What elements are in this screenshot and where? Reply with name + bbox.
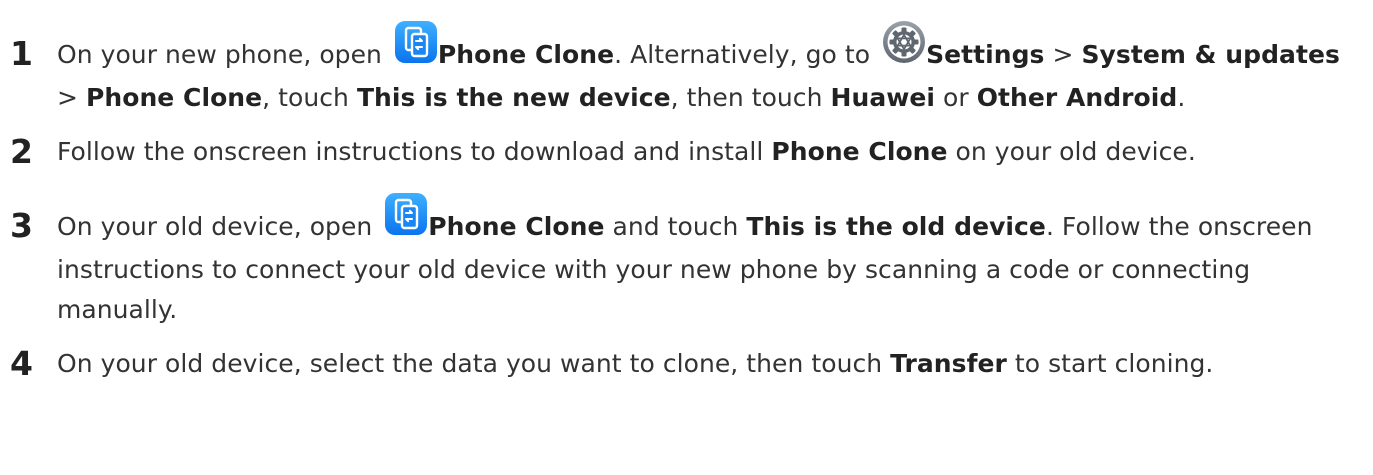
step-2: 2 Follow the onscreen instructions to do… [10, 132, 1196, 171]
step-number: 2 [10, 132, 34, 171]
step-4: 4 On your old device, select the data yo… [10, 344, 1214, 383]
step-number: 4 [10, 344, 34, 383]
menu-system-updates: System & updates [1081, 40, 1340, 69]
instruction-steps: 1 On your new phone, open Phone Clone. A… [10, 0, 1365, 384]
step-text: On your new phone, open [57, 40, 390, 69]
step-text: On your old device, select the data you … [57, 349, 891, 378]
step-1: 1 On your new phone, open Phone Clone. A… [10, 21, 1365, 118]
phone-clone-icon [384, 192, 428, 236]
step-number: 3 [10, 206, 34, 245]
step-text: On your old device, open [57, 212, 381, 241]
settings-gear-icon [882, 20, 926, 64]
step-text: Follow the onscreen instructions to down… [57, 137, 772, 166]
button-transfer: Transfer [890, 349, 1007, 378]
option-new-device: This is the new device [356, 83, 671, 112]
option-old-device: This is the old device [746, 212, 1046, 241]
app-name-phone-clone: Phone Clone [771, 137, 948, 166]
app-name-phone-clone: Phone Clone [437, 40, 615, 69]
step-3: 3 On your old device, open Phone Clone a… [10, 193, 1365, 330]
step-number: 1 [10, 34, 34, 73]
phone-clone-icon [394, 20, 438, 64]
menu-settings: Settings [926, 40, 1045, 69]
app-name-phone-clone: Phone Clone [428, 212, 605, 241]
option-huawei: Huawei [830, 83, 936, 112]
menu-phone-clone: Phone Clone [86, 83, 263, 112]
option-other-android: Other Android [976, 83, 1178, 112]
